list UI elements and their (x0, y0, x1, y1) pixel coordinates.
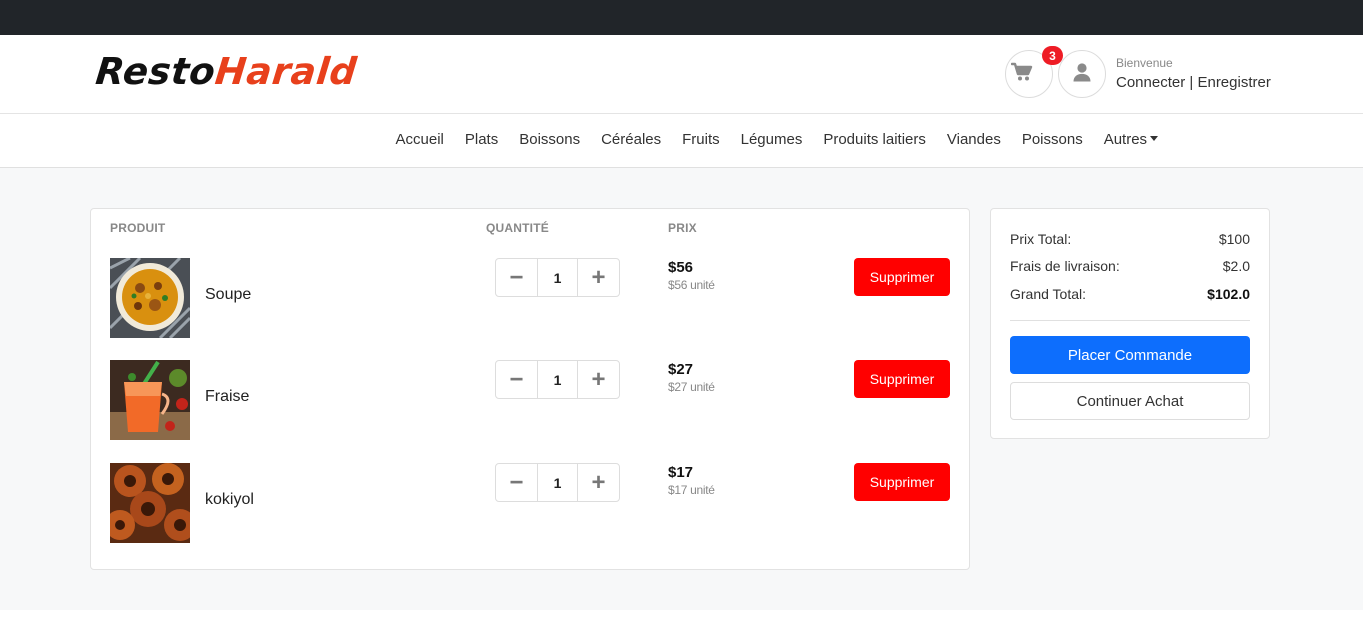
summary-divider (1010, 320, 1250, 321)
nav-item-legumes[interactable]: Légumes (730, 131, 813, 148)
user-button[interactable] (1058, 50, 1106, 98)
summary-subtotal-row: Prix Total: $100 (1010, 231, 1250, 247)
cart-card: PRODUIT QUANTITÉ PRIX Soupe − 1 + $56 $5… (90, 208, 970, 570)
nav-item-viandes[interactable]: Viandes (936, 131, 1011, 148)
quantity-stepper: − 1 + (495, 360, 620, 399)
subtotal-label: Prix Total: (1010, 231, 1072, 247)
increase-button[interactable]: + (578, 361, 619, 398)
nav-item-autres-dropdown[interactable]: Autres (1093, 131, 1168, 148)
summary-total-row: Grand Total: $102.0 (1010, 286, 1250, 302)
logo-part-1: Resto (93, 50, 218, 93)
column-header-price: PRIX (668, 221, 697, 235)
total-value: $102.0 (1207, 286, 1250, 302)
quantity-value[interactable]: 1 (537, 259, 578, 296)
register-link[interactable]: Enregistrer (1197, 74, 1270, 91)
shopping-cart-icon (1011, 62, 1033, 81)
product-image-kokiyol[interactable] (110, 463, 190, 543)
quantity-value[interactable]: 1 (537, 464, 578, 501)
increase-button[interactable]: + (578, 259, 619, 296)
nav-item-plats[interactable]: Plats (454, 131, 508, 148)
quantity-stepper: − 1 + (495, 258, 620, 297)
nav-item-produits-laitiers[interactable]: Produits laitiers (813, 131, 937, 148)
nav-item-boissons[interactable]: Boissons (509, 131, 591, 148)
cart-count-badge: 3 (1042, 46, 1063, 65)
decrease-button[interactable]: − (496, 361, 537, 398)
auth-links: Connecter | Enregistrer (1116, 74, 1271, 91)
total-label: Grand Total: (1010, 286, 1087, 302)
site-logo[interactable]: RestoHarald (93, 50, 359, 93)
welcome-text: Bienvenue (1116, 56, 1173, 70)
decrease-button[interactable]: − (496, 259, 537, 296)
main-nav: Accueil Plats Boissons Céréales Fruits L… (0, 114, 1363, 168)
nav-item-accueil[interactable]: Accueil (385, 131, 454, 148)
delete-button[interactable]: Supprimer (854, 360, 950, 398)
auth-separator: | (1189, 74, 1194, 91)
login-link[interactable]: Connecter (1116, 74, 1185, 91)
nav-item-autres-label: Autres (1103, 131, 1148, 148)
quantity-value[interactable]: 1 (537, 361, 578, 398)
place-order-button[interactable]: Placer Commande (1010, 336, 1250, 374)
item-price: $27 (668, 361, 694, 378)
summary-delivery-row: Frais de livraison: $2.0 (1010, 258, 1250, 274)
item-price: $56 (668, 259, 694, 276)
column-header-quantity: QUANTITÉ (486, 221, 549, 235)
product-name[interactable]: kokiyol (205, 491, 254, 509)
nav-item-fruits[interactable]: Fruits (672, 131, 731, 148)
item-price: $17 (668, 464, 694, 481)
product-image-fraise[interactable] (110, 360, 190, 440)
increase-button[interactable]: + (578, 464, 619, 501)
cart-row: kokiyol − 1 + $17 $17 unité Supprimer (91, 463, 971, 543)
column-header-product: PRODUIT (110, 221, 166, 235)
cart-row: Fraise − 1 + $27 $27 unité Supprimer (91, 360, 971, 440)
unit-price: $17 unité (668, 483, 715, 497)
product-name[interactable]: Fraise (205, 388, 249, 406)
logo-part-2: Harald (213, 50, 359, 93)
cart-row: Soupe − 1 + $56 $56 unité Supprimer (91, 258, 971, 338)
order-summary-card: Prix Total: $100 Frais de livraison: $2.… (990, 208, 1270, 439)
unit-price: $27 unité (668, 380, 715, 394)
delete-button[interactable]: Supprimer (854, 258, 950, 296)
unit-price: $56 unité (668, 278, 715, 292)
product-image-soupe[interactable] (110, 258, 190, 338)
main-content: PRODUIT QUANTITÉ PRIX Soupe − 1 + $56 $5… (0, 168, 1363, 610)
delete-button[interactable]: Supprimer (854, 463, 950, 501)
nav-item-poissons[interactable]: Poissons (1011, 131, 1093, 148)
continue-shopping-button[interactable]: Continuer Achat (1010, 382, 1250, 420)
delivery-value: $2.0 (1222, 258, 1250, 274)
delivery-label: Frais de livraison: (1010, 258, 1120, 274)
caret-down-icon (1150, 136, 1159, 141)
product-name[interactable]: Soupe (205, 286, 251, 304)
nav-item-cereales[interactable]: Céréales (591, 131, 672, 148)
user-icon (1073, 63, 1091, 82)
quantity-stepper: − 1 + (495, 463, 620, 502)
decrease-button[interactable]: − (496, 464, 537, 501)
top-bar (0, 0, 1363, 35)
subtotal-value: $100 (1218, 231, 1250, 247)
